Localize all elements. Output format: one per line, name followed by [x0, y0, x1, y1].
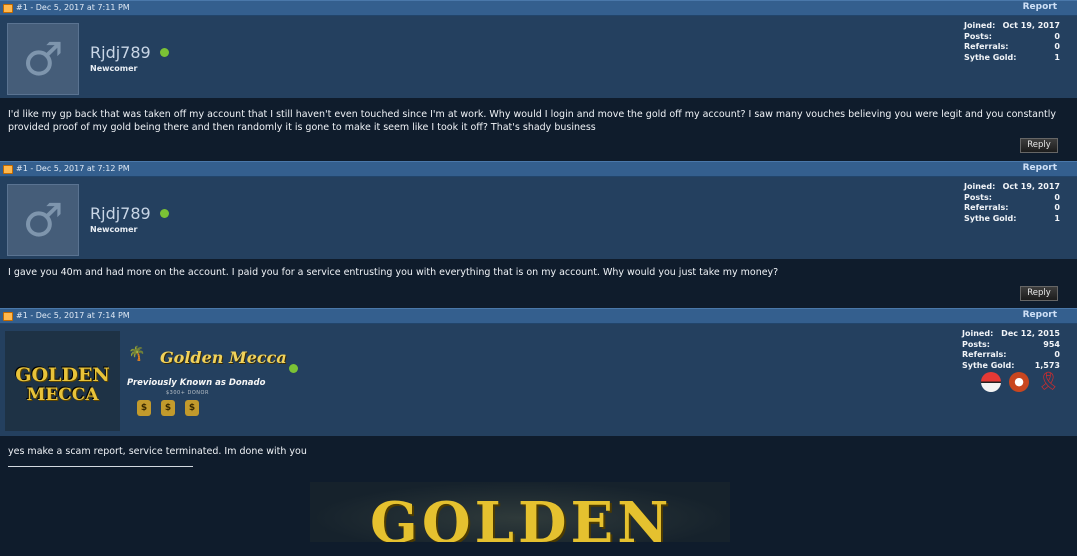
joined-value: Dec 12, 2015: [1001, 329, 1060, 338]
post-meta[interactable]: #1 - Dec 5, 2017 at 7:12 PM: [16, 164, 130, 173]
joined-label: Joined:: [964, 182, 996, 191]
palm-tree-icon: 🌴: [128, 346, 146, 362]
user-info-bar: ♂ Rjdj789 Newcomer Joined: Oct 19, 2017 P…: [0, 16, 1077, 98]
referrals-label: Referrals:: [962, 350, 1007, 359]
user-stats: Joined: Oct 19, 2017 Posts: 0 Referrals: 0 …: [964, 21, 1060, 63]
gold-value: 1: [1054, 213, 1060, 223]
gold-label: Sythe Gold:: [964, 52, 1017, 62]
male-symbol-icon[interactable]: ♂: [7, 184, 79, 256]
username[interactable]: Golden Mecca: [160, 348, 287, 367]
post-body: I gave you 40m and had more on the accou…: [0, 259, 1077, 308]
posts-value: 0: [1054, 192, 1060, 202]
post-meta[interactable]: #1 - Dec 5, 2017 at 7:14 PM: [16, 311, 130, 320]
posts-label: Posts:: [962, 339, 990, 349]
referrals-label: Referrals:: [964, 42, 1009, 51]
post-header: #1 - Dec 5, 2017 at 7:11 PM Report: [0, 0, 1077, 16]
online-status-icon: [160, 48, 169, 57]
donor-label: $300+ DONOR: [166, 390, 209, 396]
referrals-value: 0: [1054, 42, 1060, 51]
post-indicator-icon: [3, 165, 13, 174]
rank-coin-icon: $: [137, 400, 151, 416]
user-title: Newcomer: [90, 225, 138, 234]
post-header: #1 - Dec 5, 2017 at 7:14 PM Report: [0, 308, 1077, 324]
joined-label: Joined:: [962, 329, 994, 338]
post-message: I'd like my gp back that was taken off m…: [8, 109, 1056, 133]
post-indicator-icon: [3, 4, 13, 13]
online-status-icon: [160, 209, 169, 218]
signature-banner[interactable]: GOLDEN: [310, 482, 730, 542]
post-1: #1 - Dec 5, 2017 at 7:11 PM Report ♂ Rjd…: [0, 0, 1077, 161]
signature-banner-text: GOLDEN: [370, 490, 673, 542]
reply-button[interactable]: Reply: [1020, 138, 1058, 153]
user-stats: Joined: Oct 19, 2017 Posts: 0 Referrals: 0 …: [964, 182, 1060, 224]
male-symbol-icon[interactable]: ♂: [7, 23, 79, 95]
report-link[interactable]: Report: [1023, 163, 1057, 173]
report-link[interactable]: Report: [1023, 2, 1057, 12]
post-3: #1 - Dec 5, 2017 at 7:14 PM Report GOLDE…: [0, 308, 1077, 556]
mushroom-badge-icon[interactable]: ●: [1009, 372, 1029, 392]
referrals-value: 0: [1054, 350, 1060, 359]
gold-label: Sythe Gold:: [962, 360, 1015, 370]
rank-icons: $ $ $: [137, 400, 199, 416]
posts-value: 0: [1054, 31, 1060, 41]
user-info-bar: GOLDEN MECCA 🌴 Golden Mecca Previously K…: [0, 324, 1077, 436]
joined-value: Oct 19, 2017: [1002, 21, 1060, 30]
post-message: yes make a scam report, service terminat…: [8, 446, 307, 457]
avatar-logo-line1: GOLDEN: [15, 364, 110, 386]
joined-label: Joined:: [964, 21, 996, 30]
posts-label: Posts:: [964, 192, 992, 202]
post-body: yes make a scam report, service terminat…: [0, 436, 1077, 556]
report-link[interactable]: Report: [1023, 310, 1057, 320]
rank-stack-icon: $: [161, 400, 175, 416]
user-stats: Joined: Dec 12, 2015 Posts: 954 Referrals:…: [962, 329, 1060, 371]
previously-known-as: Previously Known as Donado: [127, 378, 266, 388]
user-title: Newcomer: [90, 64, 138, 73]
signature-divider: [8, 466, 193, 467]
post-body: I'd like my gp back that was taken off m…: [0, 98, 1077, 161]
post-header: #1 - Dec 5, 2017 at 7:12 PM Report: [0, 161, 1077, 177]
username[interactable]: Rjdj789: [90, 204, 151, 223]
gold-value: 1,573: [1034, 360, 1060, 370]
pokeball-badge-icon[interactable]: [981, 372, 1001, 392]
user-info-bar: ♂ Rjdj789 Newcomer Joined: Oct 19, 2017 P…: [0, 177, 1077, 259]
post-indicator-icon: [3, 312, 13, 321]
username[interactable]: Rjdj789: [90, 43, 151, 62]
posts-value: 954: [1043, 339, 1060, 349]
joined-value: Oct 19, 2017: [1002, 182, 1060, 191]
ribbon-badge-icon[interactable]: 🎗: [1037, 372, 1060, 392]
posts-label: Posts:: [964, 31, 992, 41]
avatar-logo-line2: MECCA: [26, 385, 99, 405]
award-badges: ● 🎗: [981, 372, 1060, 392]
referrals-value: 0: [1054, 203, 1060, 212]
online-status-icon: [289, 364, 298, 373]
golden-mecca-avatar[interactable]: GOLDEN MECCA: [5, 331, 120, 431]
referrals-label: Referrals:: [964, 203, 1009, 212]
rank-coin-icon: $: [185, 400, 199, 416]
post-meta[interactable]: #1 - Dec 5, 2017 at 7:11 PM: [16, 3, 130, 12]
gold-label: Sythe Gold:: [964, 213, 1017, 223]
post-2: #1 - Dec 5, 2017 at 7:12 PM Report ♂ Rjd…: [0, 161, 1077, 308]
gold-value: 1: [1054, 52, 1060, 62]
reply-button[interactable]: Reply: [1020, 286, 1058, 301]
post-message: I gave you 40m and had more on the accou…: [8, 267, 779, 278]
